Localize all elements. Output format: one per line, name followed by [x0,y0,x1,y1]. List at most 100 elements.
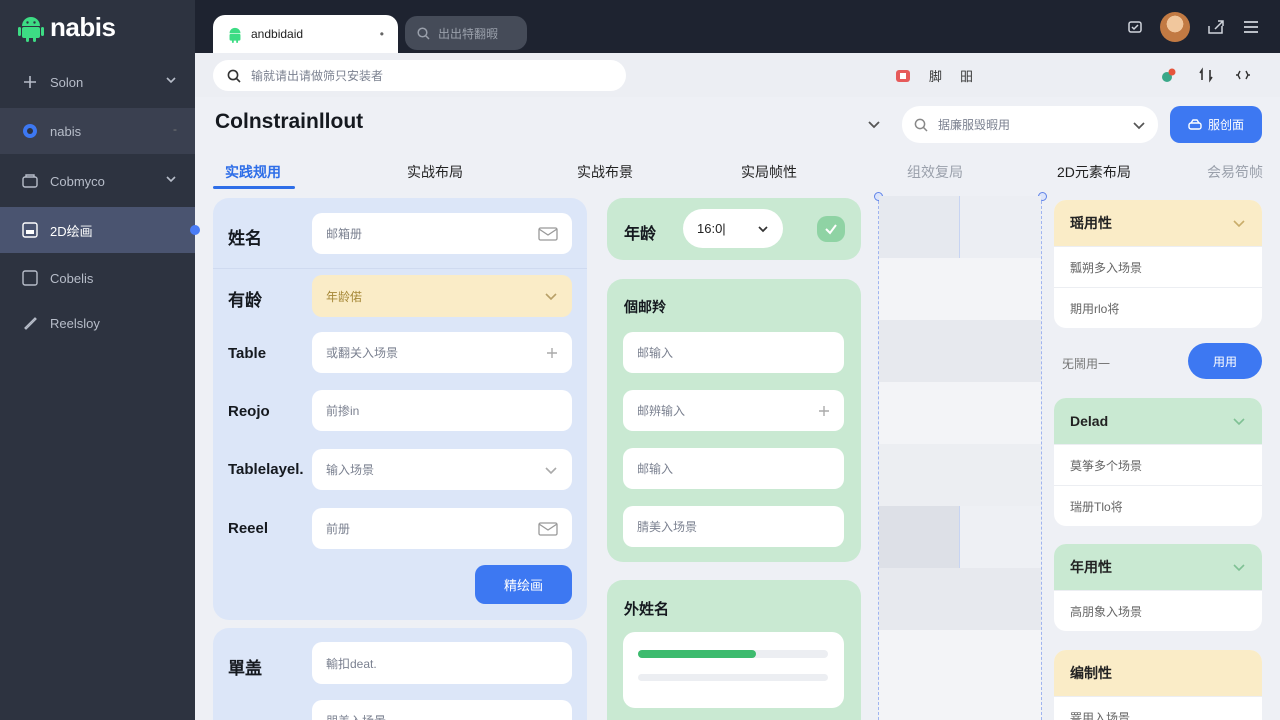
reojo-input[interactable]: 前掺in [312,390,572,431]
tab-3[interactable]: 实战布景 [577,162,633,182]
tab-5[interactable]: 组效复局 [907,162,963,182]
top-bar: andbidaid • 出出特翻暇 [195,0,1280,53]
apply-button[interactable]: 用用 [1188,343,1262,379]
plus-icon[interactable] [546,347,558,359]
prop-card-header[interactable]: 年用性 [1054,544,1262,590]
field-placeholder: 年龄偌 [326,289,363,304]
car-icon [1188,118,1202,130]
tab-bar: 实践规用 实战布局 实战布景 实局帧性 组效复局 2D元素布局 会易笱帧 [213,150,1280,190]
sub-bar: 输就请出请做筛只安装者 脚 昍 [195,53,1280,97]
layout-grid [874,192,1047,720]
prop-row[interactable]: 罯用入场景 [1054,696,1262,720]
sort-icon[interactable] [1198,67,1214,83]
apply-button-label: 用用 [1212,354,1237,369]
grid-cell [879,506,959,568]
form-label-age: 有龄 [228,291,262,310]
green-input-2[interactable]: 邮辨输入 [623,390,844,431]
scene-select[interactable]: 输入场景 [312,449,572,490]
field-placeholder: 前册 [326,522,351,536]
scene-input-2[interactable]: 朋美入场景 [312,700,572,720]
tab-label: andbidaid [251,27,304,41]
sidebar-item-2d[interactable]: 2D绘画 [0,207,200,253]
chevron-down-icon [1233,220,1245,228]
grid-cell [879,196,959,258]
expand-icon[interactable] [1234,67,1252,83]
prop-card-header[interactable]: 编制性 [1054,650,1262,696]
progress-fill [638,650,756,658]
divider [213,268,587,269]
green-input-3[interactable]: 邮输入 [623,448,844,489]
chevron-down-icon [165,74,177,89]
close-icon[interactable]: • [380,27,384,41]
form-label-name: 姓名 [228,229,262,248]
sidebar-item-cobmyco[interactable]: Cobmyco [0,158,195,204]
submit-button-label: 精绘画 [503,578,543,593]
tab-4[interactable]: 实局帧性 [741,162,797,182]
sidebar-item-reelsloy[interactable]: Reelsloy [0,300,195,346]
field-placeholder: 朋美入场景 [326,712,386,720]
prop-row[interactable]: 莫筝多个场景 [1054,444,1262,485]
search-icon [417,26,430,40]
page-title: Colnstrainllout [215,110,364,133]
prop-row[interactable]: 瓢朔多入场景 [1054,246,1262,287]
menu-icon[interactable] [1242,19,1260,35]
sidebar-item-label: Cobmyco [50,173,105,189]
grid-cell [879,568,1041,630]
filter-search-input[interactable]: 据廉服毁暇用 [902,106,1158,143]
bug-icon[interactable] [1126,18,1144,36]
form-label-reojo: Reojo [228,403,270,420]
prop-card-1: 瑶用性 瓢朔多入场景 期用rlo将 [1054,200,1262,328]
sidebar-item-cobelis[interactable]: Cobelis [0,255,195,301]
circle-icon [22,123,38,139]
plus-icon[interactable] [818,405,830,417]
prop-mid-label: 旡鬧用一 [1062,357,1111,371]
submit-button[interactable]: 精绘画 [475,565,572,604]
check-icon[interactable] [817,216,845,242]
green-input-4[interactable]: 腈美入场景 [623,506,844,547]
deat-input[interactable]: 輸扣deat. [312,642,572,684]
share-icon[interactable] [1206,18,1226,36]
sidebar-item-solon[interactable]: Solon [0,59,195,105]
email-field[interactable]: 邮箱册 [312,213,572,254]
field-placeholder: 輸扣deat. [326,656,377,671]
prop-row[interactable]: 瑞册Tlo将 [1054,485,1262,526]
chevron-down-icon [1133,122,1145,130]
android-icon [229,27,241,43]
prop-row[interactable]: 期用rlo将 [1054,287,1262,328]
sidebar-item-label: Cobelis [50,270,94,286]
global-search-input[interactable]: 输就请出请做筛只安装者 [213,60,626,91]
tab-1[interactable]: 实践规用 [225,162,281,182]
green-input-1[interactable]: 邮输入 [623,332,844,373]
editor-tab[interactable]: andbidaid • [213,15,398,53]
record-icon[interactable] [895,68,911,84]
sub-menu-item-2[interactable]: 昍 [960,66,973,85]
search-icon [227,69,241,83]
create-button[interactable]: 服创面 [1170,106,1262,143]
sidebar-item-nabis[interactable]: nabis - [0,108,195,154]
grid-cell [879,444,1041,506]
field-placeholder: 或翻关入场景 [326,346,399,360]
prop-card-header[interactable]: Delad [1054,398,1262,444]
table-input[interactable]: 或翻关入场景 [312,332,572,373]
reeel-input[interactable]: 前册 [312,508,572,549]
prop-card-header[interactable]: 瑶用性 [1054,200,1262,246]
create-button-label: 服创面 [1207,118,1244,132]
field-placeholder: 邮输入 [637,346,674,360]
sidebar-item-label: Reelsloy [50,315,100,331]
android-icon [18,16,44,42]
tab-7[interactable]: 会易笱帧 [1207,162,1263,182]
top-search[interactable]: 出出特翻暇 [405,16,527,50]
avatar[interactable] [1160,12,1190,42]
sidebar-item-label: 2D绘画 [50,223,93,239]
palette-icon[interactable] [1160,66,1178,84]
sub-menu-item-1[interactable]: 脚 [929,66,942,85]
tab-2[interactable]: 实战布局 [407,162,463,182]
app-logo[interactable]: nabis [18,12,116,43]
age-stepper[interactable]: 16:0| [683,209,783,248]
grid-cell [960,196,1041,258]
age-select[interactable]: 年龄偌 [312,275,572,317]
sidebar-item-label: nabis [50,123,82,139]
prop-row[interactable]: 高朋象入场景 [1054,590,1262,631]
tab-6[interactable]: 2D元素布局 [1057,162,1131,182]
chevron-down-icon[interactable] [866,116,882,132]
